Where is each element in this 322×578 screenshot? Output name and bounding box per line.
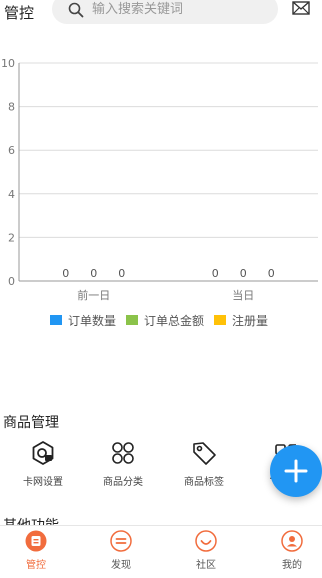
control-icon <box>25 530 47 552</box>
category-item[interactable]: 商品分类 <box>93 440 153 488</box>
search-bar[interactable]: 输入搜索关键词 <box>52 0 278 24</box>
community-icon <box>195 530 217 552</box>
mail-icon[interactable] <box>292 1 310 15</box>
legend-item[interactable]: 订单数量 <box>50 312 116 329</box>
profile-icon <box>281 530 303 552</box>
discover-icon <box>110 530 132 552</box>
tab-label: 社区 <box>196 560 216 571</box>
legend-swatch <box>214 315 227 325</box>
legend-item[interactable]: 订单总金额 <box>126 312 204 329</box>
y-tick-label: 4 <box>8 188 15 201</box>
y-tick-label: 10 <box>1 57 15 70</box>
y-tick-label: 6 <box>8 144 15 157</box>
search-placeholder: 输入搜索关键词 <box>92 2 184 17</box>
plus-icon <box>284 459 308 483</box>
tab-label: 发现 <box>111 560 131 571</box>
y-tick-label: 8 <box>8 101 15 114</box>
y-tick-label: 2 <box>8 231 15 244</box>
data-label: 0 <box>212 267 219 280</box>
category-label: 商品分类 <box>103 477 143 488</box>
goods-section-title: 商品管理 <box>3 415 59 431</box>
add-fab-button[interactable] <box>270 445 322 497</box>
data-label: 0 <box>62 267 69 280</box>
tab-community[interactable]: 社区 <box>176 530 236 571</box>
legend-item[interactable]: 注册量 <box>214 312 268 329</box>
bottom-tab-bar: 管控 发现 社区 我的 <box>0 525 322 578</box>
top-bar: 管控 输入搜索关键词 <box>0 0 322 30</box>
legend-label: 注册量 <box>232 313 269 328</box>
y-tick-label: 0 <box>8 275 15 288</box>
chart-legend: 订单数量 订单总金额 注册量 <box>50 311 278 329</box>
tab-profile[interactable]: 我的 <box>262 530 322 571</box>
tab-label: 我的 <box>282 560 302 571</box>
x-tick-label: 前一日 <box>77 288 110 302</box>
search-icon <box>68 2 84 18</box>
data-label: 0 <box>268 267 275 280</box>
tab-control[interactable]: 管控 <box>6 530 66 571</box>
tag-label: 商品标签 <box>184 477 224 488</box>
page-title: 管控 <box>4 4 35 22</box>
legend-swatch <box>50 315 62 325</box>
tab-label: 管控 <box>26 560 46 571</box>
tab-discover[interactable]: 发现 <box>91 530 151 571</box>
category-icon <box>112 442 134 464</box>
data-label: 0 <box>240 267 247 280</box>
data-label: 0 <box>90 267 97 280</box>
card-settings-item[interactable]: 卡网设置 <box>13 440 73 488</box>
data-label: 0 <box>118 267 125 280</box>
tag-icon <box>193 442 216 465</box>
bar-chart: 0 2 4 6 8 10 前一日 0 0 0 当日 0 0 0 <box>1 57 318 302</box>
card-settings-label: 卡网设置 <box>23 477 63 488</box>
tag-item[interactable]: 商品标签 <box>174 440 234 488</box>
settings-icon <box>32 441 54 465</box>
legend-swatch <box>126 315 139 325</box>
x-tick-label: 当日 <box>232 288 254 302</box>
legend-label: 订单总金额 <box>144 313 205 328</box>
legend-label: 订单数量 <box>68 313 117 328</box>
